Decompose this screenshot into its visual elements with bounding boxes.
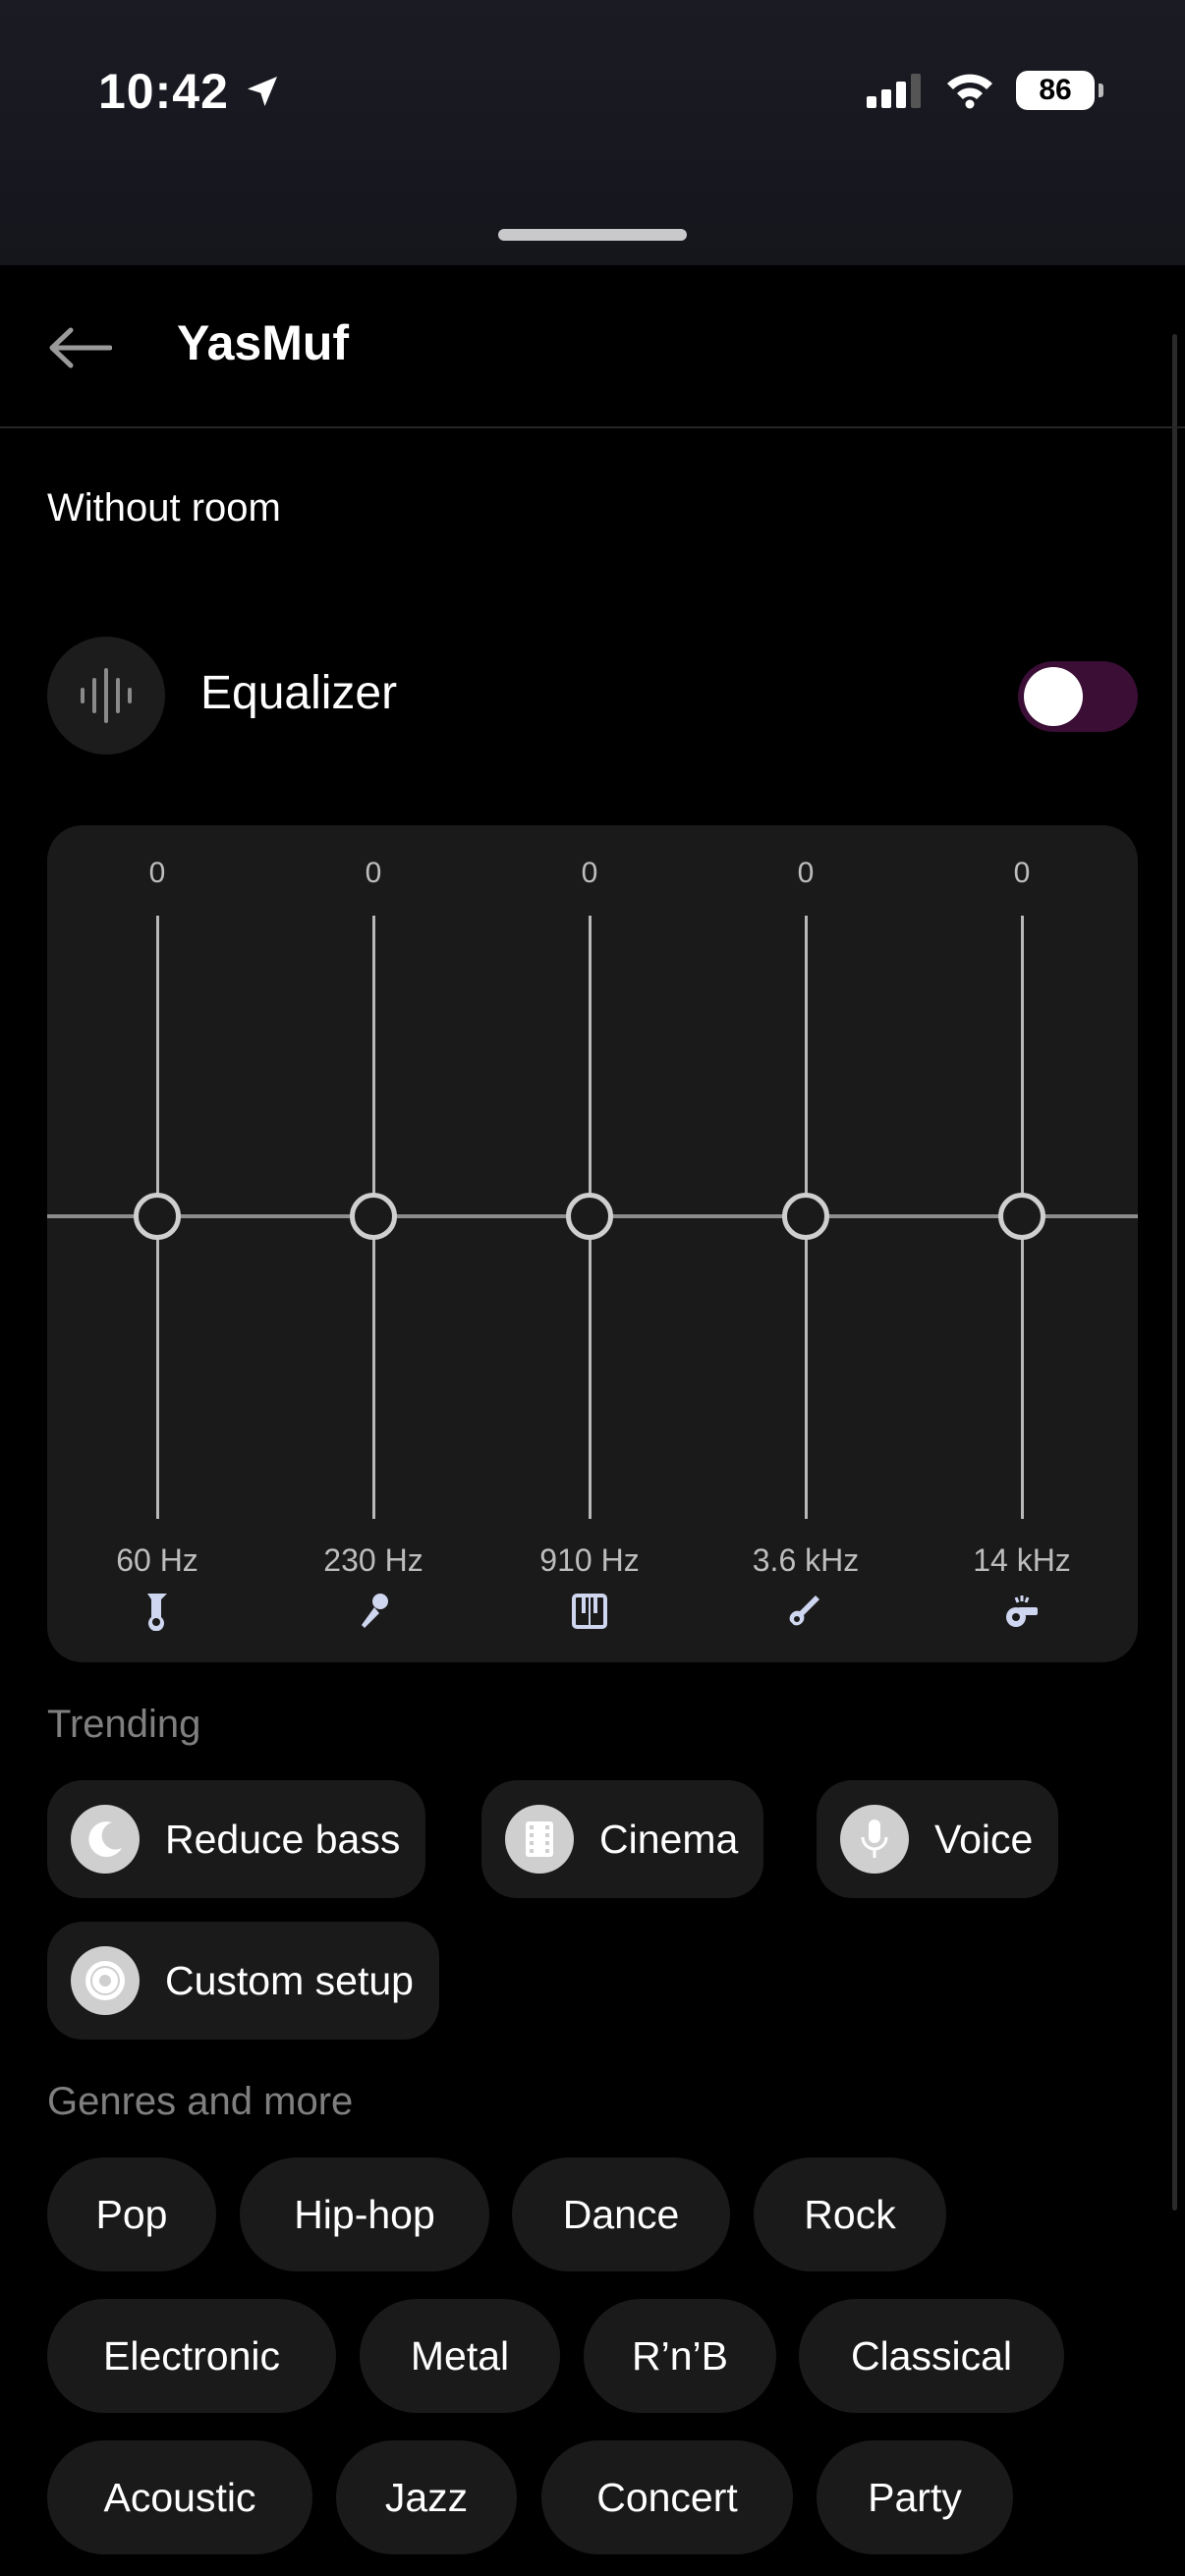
wifi-icon [947, 74, 992, 109]
equalizer-toggle[interactable] [1018, 661, 1138, 732]
sheet-header: YasMuf [0, 265, 1185, 428]
guitar-icon [789, 1596, 819, 1626]
genre-chip[interactable]: Metal [360, 2299, 560, 2413]
band-frequency: 14 kHz [973, 1542, 1071, 1578]
preset-custom-setup[interactable]: Custom setup [47, 1922, 439, 2040]
trending-heading: Trending [47, 1703, 201, 1746]
band-value: 0 [581, 857, 598, 889]
vinyl-icon [71, 1946, 140, 2015]
band-frequency: 230 Hz [323, 1542, 423, 1578]
location-arrow-icon [247, 77, 277, 106]
page-title: YasMuf [177, 315, 350, 370]
band-value: 0 [1013, 857, 1031, 889]
microphone-icon [362, 1594, 388, 1628]
status-indicators: 86 [867, 71, 1103, 110]
band-frequency: 3.6 kHz [752, 1542, 860, 1578]
eq-band-910hz: 0 910 Hz [511, 825, 668, 1662]
waveform-icon [81, 668, 132, 723]
preset-label: Custom setup [165, 1957, 414, 2003]
eq-band-3-6khz: 0 3.6 kHz [727, 825, 884, 1662]
arrow-left-icon [49, 327, 112, 368]
band-slider-thumb[interactable] [566, 1193, 613, 1240]
genre-chip[interactable]: Concert [541, 2440, 793, 2554]
microphone-icon [840, 1805, 909, 1874]
room-subtitle: Without room [47, 486, 281, 530]
band-slider-thumb[interactable] [998, 1193, 1045, 1240]
preset-voice[interactable]: Voice [817, 1780, 1059, 1898]
genre-chip[interactable]: Classical [799, 2299, 1064, 2413]
status-bar: 10:42 86 [0, 0, 1185, 196]
genre-chip[interactable]: Acoustic [47, 2440, 312, 2554]
genre-chip[interactable]: Party [817, 2440, 1013, 2554]
band-value: 0 [797, 857, 815, 889]
genre-chip[interactable]: Pop [47, 2157, 216, 2271]
equalizer-label: Equalizer [200, 667, 398, 719]
band-frequency: 60 Hz [116, 1542, 198, 1578]
eq-band-60hz: 0 60 Hz [79, 825, 236, 1662]
toggle-knob [1024, 667, 1083, 726]
genres-heading: Genres and more [47, 2080, 354, 2123]
whistle-icon [1006, 1596, 1038, 1627]
band-value: 0 [365, 857, 382, 889]
eq-band-230hz: 0 230 Hz [295, 825, 452, 1662]
band-slider-thumb[interactable] [134, 1193, 181, 1240]
sheet-grabber[interactable] [498, 229, 687, 241]
genre-chip[interactable]: Electronic [47, 2299, 336, 2413]
equalizer-panel: 0 60 Hz 0 230 Hz 0 910 Hz 0 3.6 kHz 0 14… [47, 825, 1138, 1662]
preset-cinema[interactable]: Cinema [481, 1780, 764, 1898]
genre-chip[interactable]: Hip-hop [240, 2157, 489, 2271]
back-button[interactable] [47, 320, 116, 375]
preset-label: Voice [934, 1816, 1034, 1862]
battery-level: 86 [1039, 74, 1072, 106]
band-slider-thumb[interactable] [782, 1193, 829, 1240]
genre-chip[interactable]: Rock [754, 2157, 946, 2271]
band-value: 0 [148, 857, 166, 889]
genre-chip[interactable]: R’n’B [584, 2299, 776, 2413]
battery-indicator: 86 [1016, 71, 1103, 110]
equalizer-icon-circle [47, 637, 165, 755]
film-icon [505, 1805, 574, 1874]
cellular-signal-icon [867, 74, 921, 108]
eq-band-14khz: 0 14 kHz [943, 825, 1100, 1662]
scrollbar[interactable] [1172, 334, 1177, 2211]
band-frequency: 910 Hz [539, 1542, 640, 1578]
tuba-icon [147, 1594, 167, 1631]
preset-label: Cinema [599, 1816, 739, 1862]
band-slider-thumb[interactable] [350, 1193, 397, 1240]
moon-icon [71, 1805, 140, 1874]
genre-chip[interactable]: Dance [512, 2157, 730, 2271]
status-time: 10:42 [98, 64, 229, 119]
preset-reduce-bass[interactable]: Reduce bass [47, 1780, 426, 1898]
genre-chip[interactable]: Jazz [336, 2440, 517, 2554]
piano-icon [572, 1594, 607, 1629]
status-time-group: 10:42 [98, 63, 282, 120]
preset-label: Reduce bass [165, 1816, 401, 1862]
